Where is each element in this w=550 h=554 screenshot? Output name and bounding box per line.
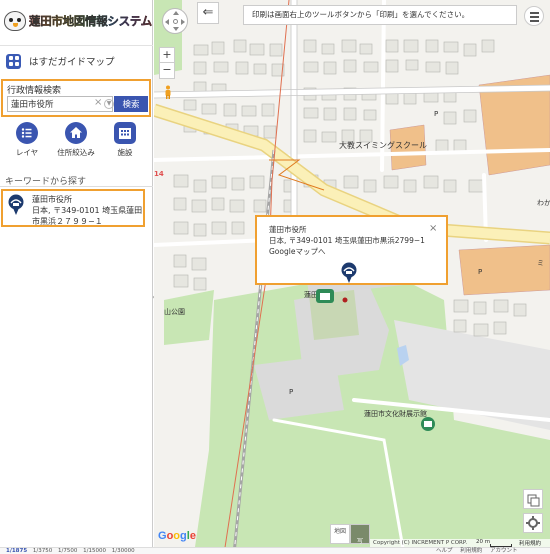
address-filter-label: 住所絞込み <box>57 148 95 157</box>
app-logo[interactable]: 蓮田市地図情報システム <box>4 6 152 36</box>
museum-marker-icon <box>421 417 435 431</box>
home-icon <box>65 122 87 144</box>
terms-link[interactable]: 利用規約 <box>460 548 482 554</box>
zoom-out-button[interactable]: − <box>160 63 174 78</box>
pegman-icon[interactable] <box>164 85 172 99</box>
popup-name: 蓮田市役所 <box>269 225 307 234</box>
layer-label: レイヤ <box>15 148 39 157</box>
scale-option[interactable]: 1/7500 <box>58 548 77 554</box>
facility-label: 施設 <box>117 148 133 157</box>
scale-option[interactable]: 1/3750 <box>33 548 52 554</box>
side-panel: 蓮田市地図情報システム はすだガイドマップ 行政情報検索 × ▼ 検索 レイヤ … <box>0 0 153 554</box>
scale-option[interactable]: 1/1875 <box>6 548 27 554</box>
result-name: 蓮田市役所 <box>32 195 72 204</box>
divider <box>0 186 153 187</box>
gear-icon[interactable] <box>523 513 543 533</box>
google-logo: Google <box>158 530 196 542</box>
list-icon <box>16 122 38 144</box>
print-notice: 印刷は画面右上のツールボタンから「印刷」を選んでください。 <box>243 5 517 25</box>
admin-search-section: 行政情報検索 × ▼ 検索 <box>1 79 151 117</box>
map-label-road-number: 14 <box>154 170 164 178</box>
scale-label: 20 m <box>476 539 491 545</box>
search-section-label: 行政情報検索 <box>7 86 62 96</box>
divider <box>0 45 153 46</box>
search-button[interactable]: 検索 <box>114 96 148 112</box>
scale-option[interactable]: 1/30000 <box>112 548 135 554</box>
layers-icon[interactable] <box>523 489 543 509</box>
map-label-parking: P <box>289 388 294 396</box>
map-label-edge: ミ <box>537 259 544 267</box>
bottom-bar: 1/1875 1/3750 1/7500 1/15000 1/30000 ヘルプ… <box>0 547 550 554</box>
grid-icon <box>6 53 21 69</box>
zoom-in-button[interactable]: + <box>160 48 174 63</box>
zoom-control: + − <box>159 47 175 79</box>
map-type-photo-button[interactable]: 写 <box>350 524 370 545</box>
back-button[interactable]: ⇐ <box>197 2 219 24</box>
map-type-map-button[interactable]: 地図 <box>330 524 350 544</box>
scale-option[interactable]: 1/15000 <box>83 548 106 554</box>
map-label-swimming: 大教スイミングスクール <box>339 141 427 150</box>
mascot-icon <box>4 11 26 31</box>
clear-icon[interactable]: × <box>94 97 102 108</box>
location-pin-icon[interactable] <box>340 262 358 284</box>
scale-selector: 1/1875 1/3750 1/7500 1/15000 1/30000 <box>6 548 139 554</box>
close-icon[interactable]: × <box>429 223 437 234</box>
map-label-parking: P <box>434 110 439 118</box>
building-icon <box>114 122 136 144</box>
guide-map-label: はすだガイドマップ <box>29 57 115 68</box>
footer-links: ヘルプ 利用規約 アカウント <box>436 548 524 554</box>
google-maps-link[interactable]: Googleマップへ <box>269 246 325 257</box>
result-address: 日本, 〒349-0101 埼玉県蓮田市黒浜２７９９−１ <box>32 206 143 226</box>
app-title: 蓮田市地図情報システム <box>29 14 152 28</box>
popup-address: 日本, 〒349-0101 埼玉県蓮田市黒浜2799−1 <box>269 236 425 245</box>
layer-button[interactable]: レイヤ <box>7 122 47 158</box>
account-link[interactable]: アカウント <box>490 548 518 554</box>
city-hall-marker-icon <box>316 289 334 303</box>
menu-icon[interactable] <box>524 6 544 26</box>
search-result-item[interactable]: 蓮田市役所 日本, 〒349-0101 埼玉県蓮田市黒浜２７９９−１ <box>1 189 145 227</box>
map-label-parking: P <box>478 268 483 276</box>
map-label-park: 山公園 <box>164 308 185 316</box>
map-label-edge: わか <box>537 199 550 207</box>
facility-button[interactable]: 施設 <box>105 122 145 158</box>
address-filter-button[interactable]: 住所絞込み <box>56 122 96 158</box>
compass-control[interactable] <box>162 8 188 34</box>
point-marker-icon <box>342 297 348 303</box>
search-box: × ▼ <box>7 96 114 112</box>
location-pin-icon <box>8 194 24 215</box>
map-label-museum: 蓮田市文化財展示館 <box>364 410 427 418</box>
terms-link[interactable]: 利用規約 <box>519 539 541 547</box>
help-link[interactable]: ヘルプ <box>436 548 453 554</box>
guide-map-link[interactable]: はすだガイドマップ <box>6 53 115 69</box>
chevron-down-icon[interactable]: ▼ <box>104 99 114 109</box>
search-input[interactable] <box>11 98 93 110</box>
map-canvas[interactable]: 大教スイミングスクール 蓮田市役 山公園 蓮田市文化財展示館 P P P 14 … <box>154 0 550 554</box>
